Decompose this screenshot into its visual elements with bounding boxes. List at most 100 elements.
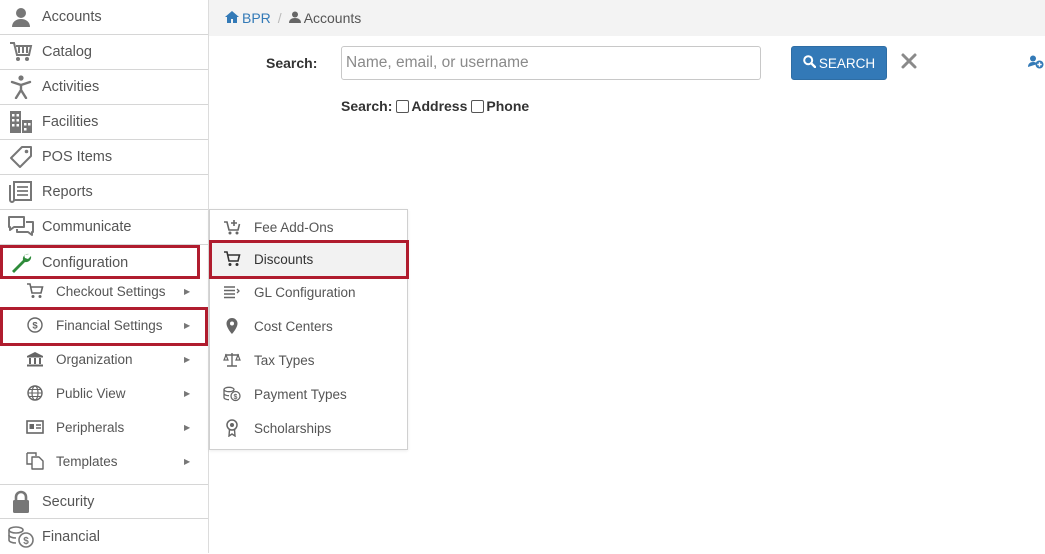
flyout-item-label: GL Configuration <box>254 284 356 300</box>
award-icon <box>210 419 254 437</box>
sidebar-item-label: Reports <box>42 184 93 200</box>
map-pin-icon <box>210 317 254 335</box>
search-options: Search: Address Phone <box>341 98 529 114</box>
sidebar-item-label: Security <box>42 493 95 510</box>
caret-right-icon: ▶ <box>184 422 191 432</box>
search-button-label: SEARCH <box>818 55 876 71</box>
scale-icon <box>210 352 254 368</box>
building-icon <box>0 110 42 134</box>
reports-icon <box>0 181 42 203</box>
list-icon <box>210 285 254 299</box>
breadcrumb-current-label: Accounts <box>303 10 362 26</box>
sub-item-organization[interactable]: Organization ▶ <box>0 342 208 376</box>
sidebar-item-facilities[interactable]: Facilities <box>0 105 208 140</box>
dollar-circle-icon: $ <box>0 317 56 333</box>
sidebar-item-activities[interactable]: Activities <box>0 70 208 105</box>
flyout-item-discounts[interactable]: Discounts <box>210 241 407 277</box>
flyout-item-label: Discounts <box>254 251 314 267</box>
search-input[interactable] <box>341 46 761 80</box>
cart-icon <box>210 251 254 267</box>
breadcrumb-separator: / <box>277 10 282 26</box>
home-icon <box>225 10 239 26</box>
sidebar-item-catalog[interactable]: Catalog <box>0 35 208 70</box>
bank-icon <box>0 351 56 367</box>
sub-item-label: Public View <box>56 385 126 401</box>
caret-right-icon: ▶ <box>184 354 191 364</box>
caret-right-icon: ▶ <box>184 388 191 398</box>
svg-text:$: $ <box>32 321 38 332</box>
sub-item-label: Templates <box>56 453 118 469</box>
caret-right-icon: ▶ <box>184 320 191 330</box>
svg-text:$: $ <box>23 536 29 547</box>
sidebar-item-label: Catalog <box>42 44 92 60</box>
flyout-item-label: Cost Centers <box>254 318 333 334</box>
breadcrumb-home-label: BPR <box>242 10 271 26</box>
user-icon <box>288 10 301 26</box>
flyout-item-fee-add-ons[interactable]: Fee Add-Ons <box>210 210 407 244</box>
phone-checkbox[interactable] <box>471 99 485 113</box>
financial-settings-flyout: Fee Add-Ons Discounts GL Configuration C… <box>209 209 408 450</box>
sidebar-item-label: Configuration <box>42 254 129 271</box>
flyout-item-label: Scholarships <box>254 420 332 436</box>
copy-icon <box>0 452 56 470</box>
sidebar-item-label: Activities <box>42 79 100 95</box>
sub-item-label: Peripherals <box>56 419 125 435</box>
flyout-item-cost-centers[interactable]: Cost Centers <box>210 309 407 343</box>
sub-item-peripherals[interactable]: Peripherals ▶ <box>0 410 208 444</box>
sidebar-item-label: Accounts <box>42 9 102 25</box>
flyout-item-scholarships[interactable]: Scholarships <box>210 411 407 445</box>
sub-item-financial-settings[interactable]: $ Financial Settings ▶ <box>0 308 208 342</box>
svg-text:$: $ <box>234 394 238 401</box>
sidebar-item-label: Financial <box>42 528 101 545</box>
flyout-item-tax-types[interactable]: Tax Types <box>210 343 407 377</box>
flyout-item-label: Tax Types <box>254 352 315 368</box>
sidebar-item-label: Facilities <box>42 114 99 130</box>
breadcrumb-home-link[interactable]: BPR <box>225 10 271 26</box>
search-options-label: Search: <box>341 98 393 114</box>
sub-item-templates[interactable]: Templates ▶ <box>0 444 208 478</box>
wrench-icon <box>0 251 42 275</box>
search-button[interactable]: SEARCH <box>791 46 887 80</box>
lock-icon <box>0 490 42 514</box>
phone-checkbox-label: Phone <box>486 98 530 114</box>
coins-icon: $ <box>0 525 42 549</box>
tag-icon <box>0 145 42 169</box>
sidebar: Accounts Catalog Activities Facilities P… <box>0 0 209 553</box>
sub-item-label: Organization <box>56 351 133 367</box>
sidebar-item-financial[interactable]: $ Financial <box>0 519 208 554</box>
sidebar-item-pos-items[interactable]: POS Items <box>0 140 208 175</box>
sub-item-checkout-settings[interactable]: Checkout Settings ▶ <box>0 274 208 308</box>
id-card-icon <box>0 420 56 434</box>
coins-icon: $ <box>210 386 254 402</box>
flyout-item-label: Fee Add-Ons <box>254 219 334 235</box>
cart-plus-icon <box>210 219 254 235</box>
sidebar-item-communicate[interactable]: Communicate <box>0 210 208 245</box>
caret-right-icon: ▶ <box>184 286 191 296</box>
search-label: Search: <box>266 55 318 71</box>
sidebar-item-label: POS Items <box>42 149 113 165</box>
address-checkbox[interactable] <box>396 99 410 113</box>
cart-icon <box>0 41 42 63</box>
globe-icon <box>0 385 56 401</box>
flyout-item-gl-configuration[interactable]: GL Configuration <box>210 275 407 309</box>
sidebar-item-label: Communicate <box>42 219 132 235</box>
breadcrumb: BPR / Accounts <box>209 0 1045 36</box>
add-user-icon[interactable] <box>1028 55 1044 74</box>
person-activity-icon <box>0 75 42 99</box>
search-icon <box>803 55 817 71</box>
sub-item-label: Checkout Settings <box>56 283 166 299</box>
sub-item-label: Financial Settings <box>56 317 163 333</box>
sidebar-item-security[interactable]: Security <box>0 484 208 519</box>
sidebar-item-accounts[interactable]: Accounts <box>0 0 208 35</box>
cart-icon <box>0 283 56 299</box>
sub-item-public-view[interactable]: Public View ▶ <box>0 376 208 410</box>
address-checkbox-label: Address <box>411 98 468 114</box>
clear-search-icon[interactable] <box>900 52 918 75</box>
caret-right-icon: ▶ <box>184 456 191 466</box>
flyout-item-label: Payment Types <box>254 386 347 402</box>
breadcrumb-current: Accounts <box>288 10 362 26</box>
chat-icon <box>0 216 42 238</box>
flyout-item-payment-types[interactable]: $ Payment Types <box>210 377 407 411</box>
user-icon <box>0 6 42 28</box>
sidebar-item-reports[interactable]: Reports <box>0 175 208 210</box>
